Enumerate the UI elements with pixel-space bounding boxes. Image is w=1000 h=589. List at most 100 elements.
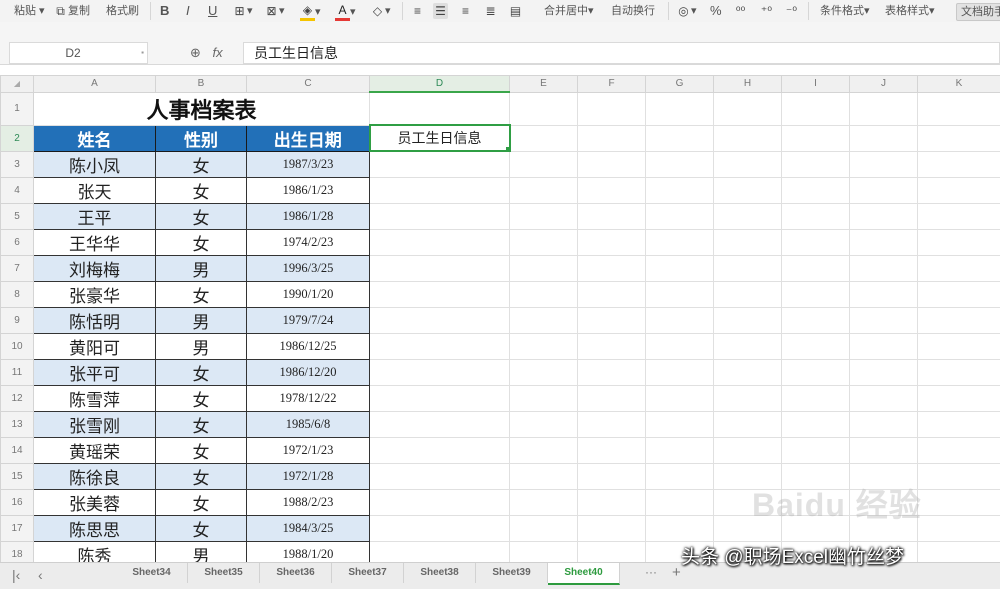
- empty-cell[interactable]: [850, 385, 918, 411]
- empty-cell[interactable]: [370, 177, 510, 203]
- empty-cell[interactable]: [782, 177, 850, 203]
- name-cell[interactable]: 张平可: [34, 359, 156, 385]
- empty-cell[interactable]: [510, 541, 578, 562]
- empty-cell[interactable]: [782, 411, 850, 437]
- empty-cell[interactable]: [782, 151, 850, 177]
- empty-cell[interactable]: [578, 151, 646, 177]
- empty-cell[interactable]: [646, 281, 714, 307]
- column-header-c[interactable]: C: [247, 76, 370, 93]
- empty-cell[interactable]: [714, 229, 782, 255]
- prev-sheet-icon[interactable]: ‹: [38, 567, 43, 583]
- sheet-tab-sheet34[interactable]: Sheet34: [116, 563, 188, 583]
- empty-cell[interactable]: [714, 281, 782, 307]
- sheet-tab-sheet38[interactable]: Sheet38: [404, 563, 476, 583]
- merge-center-button[interactable]: 合并居中▾: [544, 3, 594, 19]
- empty-cell[interactable]: [714, 151, 782, 177]
- dob-cell[interactable]: 1984/3/25: [247, 515, 370, 541]
- italic-button[interactable]: I: [186, 3, 190, 19]
- gender-cell[interactable]: 女: [156, 281, 247, 307]
- add-sheet-icon[interactable]: +: [672, 564, 681, 581]
- gender-cell[interactable]: 女: [156, 203, 247, 229]
- row-header[interactable]: 4: [1, 177, 34, 203]
- empty-cell[interactable]: [510, 437, 578, 463]
- table-header-cell[interactable]: 性别: [156, 125, 247, 151]
- row-header[interactable]: 11: [1, 359, 34, 385]
- dob-cell[interactable]: 1986/12/25: [247, 333, 370, 359]
- gender-cell[interactable]: 女: [156, 229, 247, 255]
- empty-cell[interactable]: [578, 203, 646, 229]
- empty-cell[interactable]: [370, 437, 510, 463]
- align-right-button[interactable]: ≡: [458, 3, 473, 19]
- empty-cell[interactable]: [370, 307, 510, 333]
- empty-cell[interactable]: [918, 255, 1000, 281]
- more-sheets-icon[interactable]: ···: [645, 565, 657, 579]
- empty-cell[interactable]: [646, 92, 714, 125]
- row-header[interactable]: 18: [1, 541, 34, 562]
- empty-cell[interactable]: [370, 203, 510, 229]
- sheet-tab-sheet39[interactable]: Sheet39: [476, 563, 548, 583]
- empty-cell[interactable]: [510, 203, 578, 229]
- empty-cell[interactable]: [370, 541, 510, 562]
- empty-cell[interactable]: [370, 463, 510, 489]
- empty-cell[interactable]: [782, 307, 850, 333]
- empty-cell[interactable]: [850, 177, 918, 203]
- name-cell[interactable]: 刘梅梅: [34, 255, 156, 281]
- dob-cell[interactable]: 1988/1/20: [247, 541, 370, 562]
- empty-cell[interactable]: [850, 92, 918, 125]
- gender-cell[interactable]: 女: [156, 151, 247, 177]
- empty-cell[interactable]: [646, 333, 714, 359]
- column-header-a[interactable]: A: [34, 76, 156, 93]
- empty-cell[interactable]: [782, 92, 850, 125]
- dob-cell[interactable]: 1979/7/24: [247, 307, 370, 333]
- name-cell[interactable]: 张豪华: [34, 281, 156, 307]
- gender-cell[interactable]: 男: [156, 255, 247, 281]
- empty-cell[interactable]: [578, 515, 646, 541]
- formula-input[interactable]: 员工生日信息: [243, 42, 1000, 64]
- row-header[interactable]: 3: [1, 151, 34, 177]
- empty-cell[interactable]: [646, 463, 714, 489]
- empty-cell[interactable]: [918, 359, 1000, 385]
- empty-cell[interactable]: [370, 411, 510, 437]
- name-cell[interactable]: 张美蓉: [34, 489, 156, 515]
- empty-cell[interactable]: [646, 359, 714, 385]
- format-painter-button[interactable]: 格式刷: [106, 3, 139, 19]
- empty-cell[interactable]: [510, 281, 578, 307]
- font-color-button[interactable]: A▾: [335, 3, 356, 19]
- row-header[interactable]: 14: [1, 437, 34, 463]
- gender-cell[interactable]: 女: [156, 463, 247, 489]
- empty-cell[interactable]: [578, 463, 646, 489]
- empty-cell[interactable]: [578, 307, 646, 333]
- empty-cell[interactable]: [578, 92, 646, 125]
- name-cell[interactable]: 陈秀: [34, 541, 156, 562]
- empty-cell[interactable]: [510, 307, 578, 333]
- row-header[interactable]: 6: [1, 229, 34, 255]
- empty-cell[interactable]: [850, 437, 918, 463]
- empty-cell[interactable]: [782, 125, 850, 151]
- column-header-b[interactable]: B: [156, 76, 247, 93]
- table-header-cell[interactable]: 出生日期: [247, 125, 370, 151]
- cell-style-button[interactable]: ⊠▾: [264, 3, 285, 19]
- empty-cell[interactable]: [646, 515, 714, 541]
- column-header-j[interactable]: J: [850, 76, 918, 93]
- empty-cell[interactable]: [918, 489, 1000, 515]
- empty-cell[interactable]: [850, 255, 918, 281]
- select-all-corner[interactable]: ◢: [1, 76, 34, 93]
- empty-cell[interactable]: [918, 411, 1000, 437]
- distributed-button[interactable]: ▤: [508, 3, 523, 19]
- empty-cell[interactable]: [782, 385, 850, 411]
- empty-cell[interactable]: [510, 255, 578, 281]
- column-header-i[interactable]: I: [782, 76, 850, 93]
- borders-button[interactable]: ⊞▾: [232, 3, 253, 19]
- empty-cell[interactable]: [510, 489, 578, 515]
- name-cell[interactable]: 陈徐良: [34, 463, 156, 489]
- empty-cell[interactable]: [510, 463, 578, 489]
- first-sheet-icon[interactable]: |‹: [12, 567, 20, 583]
- empty-cell[interactable]: [578, 177, 646, 203]
- empty-cell[interactable]: [918, 515, 1000, 541]
- empty-cell[interactable]: [782, 229, 850, 255]
- underline-button[interactable]: U: [208, 3, 217, 19]
- dob-cell[interactable]: 1988/2/23: [247, 489, 370, 515]
- empty-cell[interactable]: [850, 281, 918, 307]
- empty-cell[interactable]: [646, 177, 714, 203]
- empty-cell[interactable]: [714, 177, 782, 203]
